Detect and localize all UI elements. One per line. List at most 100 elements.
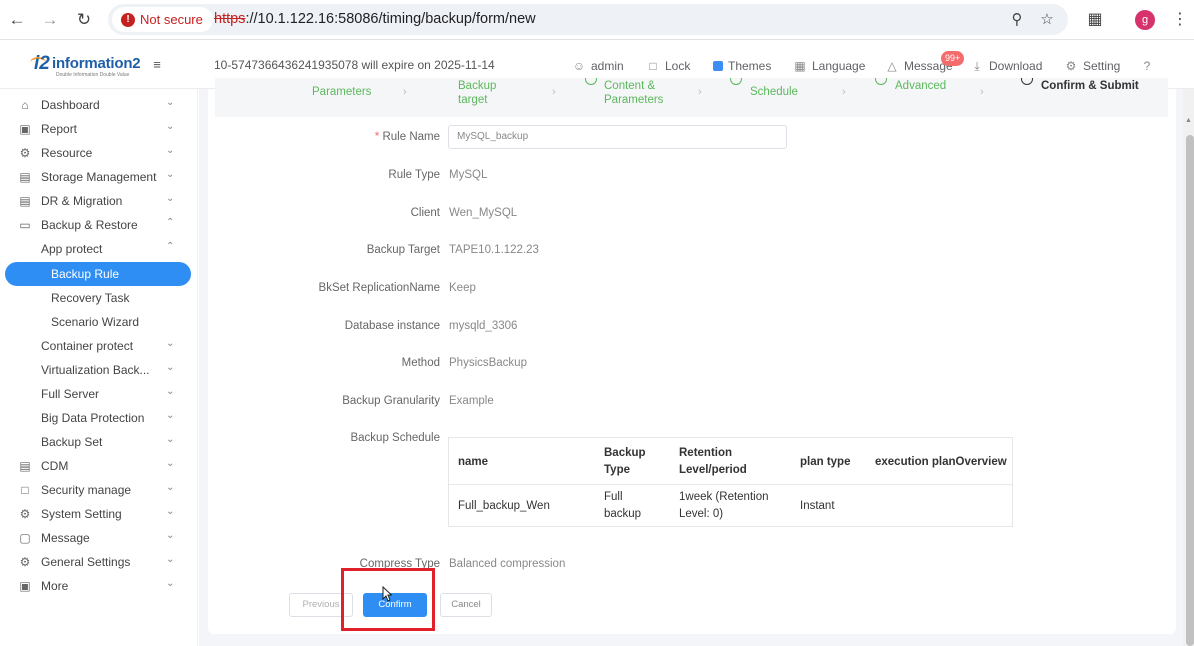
sidebar-item-label: Big Data Protection xyxy=(41,411,145,425)
address-bar[interactable]: ! Not secure https://10.1.122.16:58086/t… xyxy=(108,4,1068,35)
sidebar-item-label: General Settings xyxy=(41,555,131,569)
sidebar-item-report[interactable]: ▣ Report ⌄ xyxy=(0,117,198,141)
bookmark-star-icon[interactable]: ☆ xyxy=(1036,9,1058,31)
browser-menu-icon[interactable]: ⋮ xyxy=(1172,9,1188,31)
chevron-down-icon: ⌄ xyxy=(166,458,175,469)
sidebar-item-security-manage[interactable]: □ Security manage ⌄ xyxy=(0,478,198,502)
sidebar-item-label: Storage Management xyxy=(41,170,157,184)
profile-avatar[interactable]: g xyxy=(1135,10,1155,30)
sidebar: ⌂ Dashboard ⌄ ▣ Report ⌄ ⚙ Resource ⌄ ▤ … xyxy=(0,89,198,646)
monitor-icon: ▭ xyxy=(19,218,31,232)
sidebar-item-backup-rule[interactable]: Backup Rule xyxy=(5,262,191,286)
table-cell-name: Full_backup_Wen xyxy=(458,500,550,512)
chevron-down-icon: ⌄ xyxy=(166,362,175,373)
sidebar-item-app-protect[interactable]: App protect ⌃ xyxy=(0,237,198,261)
report-icon: ▣ xyxy=(19,122,31,136)
language-icon: ▦ xyxy=(794,59,806,73)
url-scheme: https xyxy=(214,11,246,27)
sidebar-item-virtualization-backup[interactable]: Virtualization Back... ⌄ xyxy=(0,358,198,382)
backup-schedule-label: Backup Schedule xyxy=(350,432,440,444)
step-content-line1: Content & xyxy=(604,80,656,92)
step-check-icon xyxy=(585,78,597,85)
chevron-down-icon: ⌄ xyxy=(166,554,175,565)
table-header-overview: execution planOverview xyxy=(875,456,1007,468)
sidebar-item-label: App protect xyxy=(41,242,103,256)
sidebar-item-message[interactable]: ▢ Message ⌄ xyxy=(0,526,198,550)
sidebar-item-label: Resource xyxy=(41,146,93,160)
themes-label: Themes xyxy=(728,59,772,73)
download-button[interactable]: ⤓ Download xyxy=(970,57,1042,75)
step-confirm-submit: Confirm & Submit xyxy=(1041,80,1139,92)
chevron-down-icon: ⌄ xyxy=(166,578,175,589)
rule-type-value: MySQL xyxy=(449,169,488,181)
reload-icon[interactable]: ↻ xyxy=(72,8,96,32)
user-name: admin xyxy=(591,59,624,73)
rule-type-label: Rule Type xyxy=(388,169,440,181)
language-button[interactable]: ▦ Language xyxy=(793,57,865,75)
sidebar-item-big-data-protection[interactable]: Big Data Protection ⌄ xyxy=(0,406,198,430)
table-divider xyxy=(449,484,1012,485)
scroll-up-arrow-icon[interactable]: ▲ xyxy=(1185,117,1192,124)
step-backup-target-line1: Backup xyxy=(458,80,497,92)
sidebar-item-cdm[interactable]: ▤ CDM ⌄ xyxy=(0,454,198,478)
zoom-icon[interactable]: ⚲ xyxy=(1006,9,1028,31)
sidebar-item-scenario-wizard[interactable]: Scenario Wizard xyxy=(0,310,198,334)
download-label: Download xyxy=(989,59,1043,73)
table-cell-type-1: Full xyxy=(604,491,623,503)
sidebar-item-label: Container protect xyxy=(41,339,134,353)
logo-text: information2 xyxy=(52,55,141,72)
sidebar-item-container-protect[interactable]: Container protect ⌄ xyxy=(0,334,198,358)
gear-icon: ⚙ xyxy=(1065,59,1077,73)
scrollbar-thumb[interactable] xyxy=(1186,135,1194,646)
sidebar-item-dashboard[interactable]: ⌂ Dashboard ⌄ xyxy=(0,93,198,117)
sidebar-item-system-setting[interactable]: ⚙ System Setting ⌄ xyxy=(0,502,198,526)
bell-icon: △ xyxy=(887,59,897,73)
sidebar-item-more[interactable]: ▣ More ⌄ xyxy=(0,574,198,598)
setting-button[interactable]: ⚙ Setting xyxy=(1064,57,1121,75)
table-header-backup-type-1: Backup xyxy=(604,447,646,459)
sidebar-item-backup-restore[interactable]: ▭ Backup & Restore ⌃ xyxy=(0,213,198,237)
sidebar-item-resource[interactable]: ⚙ Resource ⌄ xyxy=(0,141,198,165)
security-indicator[interactable]: ! Not secure xyxy=(112,7,213,32)
logo: i2 information2 Double Information Doubl… xyxy=(30,53,146,78)
chevron-down-icon: ⌄ xyxy=(166,386,175,397)
chevron-down-icon: ⌄ xyxy=(166,530,175,541)
sidebar-item-recovery-task[interactable]: Recovery Task xyxy=(0,286,198,310)
setting-label: Setting xyxy=(1083,59,1121,73)
sidebar-item-label: Virtualization Back... xyxy=(41,363,150,377)
sidebar-item-storage-management[interactable]: ▤ Storage Management ⌄ xyxy=(0,165,198,189)
method-value: PhysicsBackup xyxy=(449,357,527,369)
sidebar-item-label: Recovery Task xyxy=(51,291,130,305)
sidebar-item-general-settings[interactable]: ⚙ General Settings ⌄ xyxy=(0,550,198,574)
step-check-icon xyxy=(730,78,742,85)
sidebar-item-full-server[interactable]: Full Server ⌄ xyxy=(0,382,198,406)
lock-icon: □ xyxy=(649,59,657,73)
chevron-down-icon: ⌄ xyxy=(166,145,175,156)
bkset-replication-label: BkSet ReplicationName xyxy=(318,282,440,294)
sidebar-item-label: Report xyxy=(41,122,78,136)
help-button[interactable]: ? xyxy=(1140,57,1154,75)
chevron-down-icon: ⌄ xyxy=(166,482,175,493)
dr-icon: ▤ xyxy=(19,194,31,208)
logo-tagline: Double Information Double Value xyxy=(56,72,130,78)
backup-granularity-value: Example xyxy=(449,395,494,407)
warning-icon: ! xyxy=(121,12,135,27)
back-arrow-icon[interactable]: ← xyxy=(5,8,29,32)
sidebar-collapse-icon[interactable]: ≡ xyxy=(150,58,164,72)
sidebar-item-dr-migration[interactable]: ▤ DR & Migration ⌄ xyxy=(0,189,198,213)
url-text: https://10.1.122.16:58086/timing/backup/… xyxy=(214,11,536,27)
table-cell-type-2: backup xyxy=(604,508,642,520)
chevron-down-icon: ⌄ xyxy=(166,506,175,517)
sidebar-item-backup-set[interactable]: Backup Set ⌄ xyxy=(0,430,198,454)
rule-name-input[interactable]: MySQL_backup xyxy=(448,125,787,149)
cancel-button[interactable]: Cancel xyxy=(440,593,492,617)
sidebar-item-label: Full Server xyxy=(41,387,100,401)
sidebar-item-label: Message xyxy=(41,531,90,545)
user-menu[interactable]: ☺ admin xyxy=(572,57,624,75)
themes-button[interactable]: Themes xyxy=(713,57,771,75)
extensions-icon[interactable]: ▦ xyxy=(1084,9,1106,31)
forward-arrow-icon[interactable]: → xyxy=(38,8,62,32)
lock-button[interactable]: □ Lock xyxy=(646,57,690,75)
sidebar-item-label: Dashboard xyxy=(41,98,100,112)
chevron-down-icon: ⌄ xyxy=(166,121,175,132)
